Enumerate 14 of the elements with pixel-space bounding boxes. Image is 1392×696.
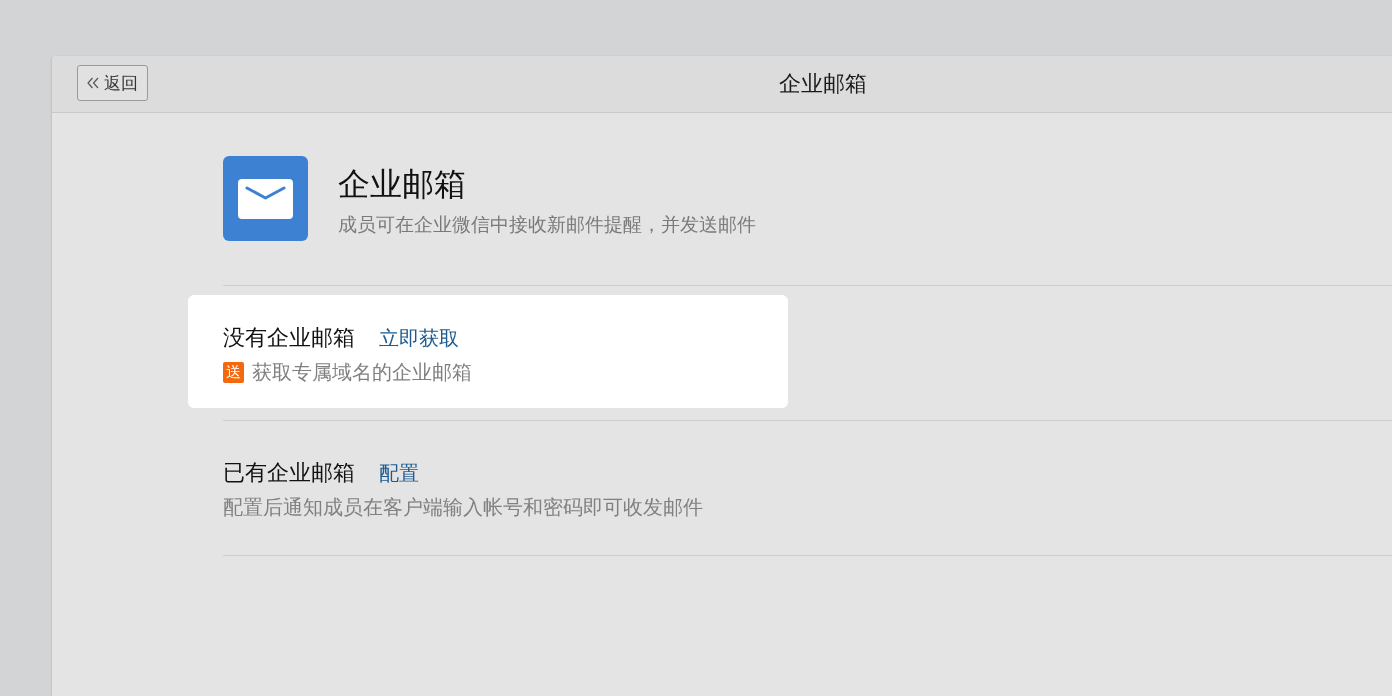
window-title: 企业邮箱 [779,70,867,98]
app-title: 企业邮箱 [338,164,467,204]
option-description: 获取专属域名的企业邮箱 [252,359,472,386]
app-description: 成员可在企业微信中接收新邮件提醒，并发送邮件 [338,213,756,237]
option-link[interactable]: 立即获取 [379,323,459,353]
option-card[interactable]: 没有企业邮箱 立即获取 送 获取专属域名的企业邮箱 [188,295,788,408]
double-chevron-icon [87,77,99,89]
back-button[interactable]: 返回 [77,65,148,101]
mail-icon [223,156,308,241]
option-link[interactable]: 配置 [379,458,419,488]
option-title: 没有企业邮箱 [223,324,355,352]
option-title: 已有企业邮箱 [223,459,355,487]
option-description: 配置后通知成员在客户端输入帐号和密码即可收发邮件 [223,494,703,521]
promo-badge: 送 [223,361,244,383]
